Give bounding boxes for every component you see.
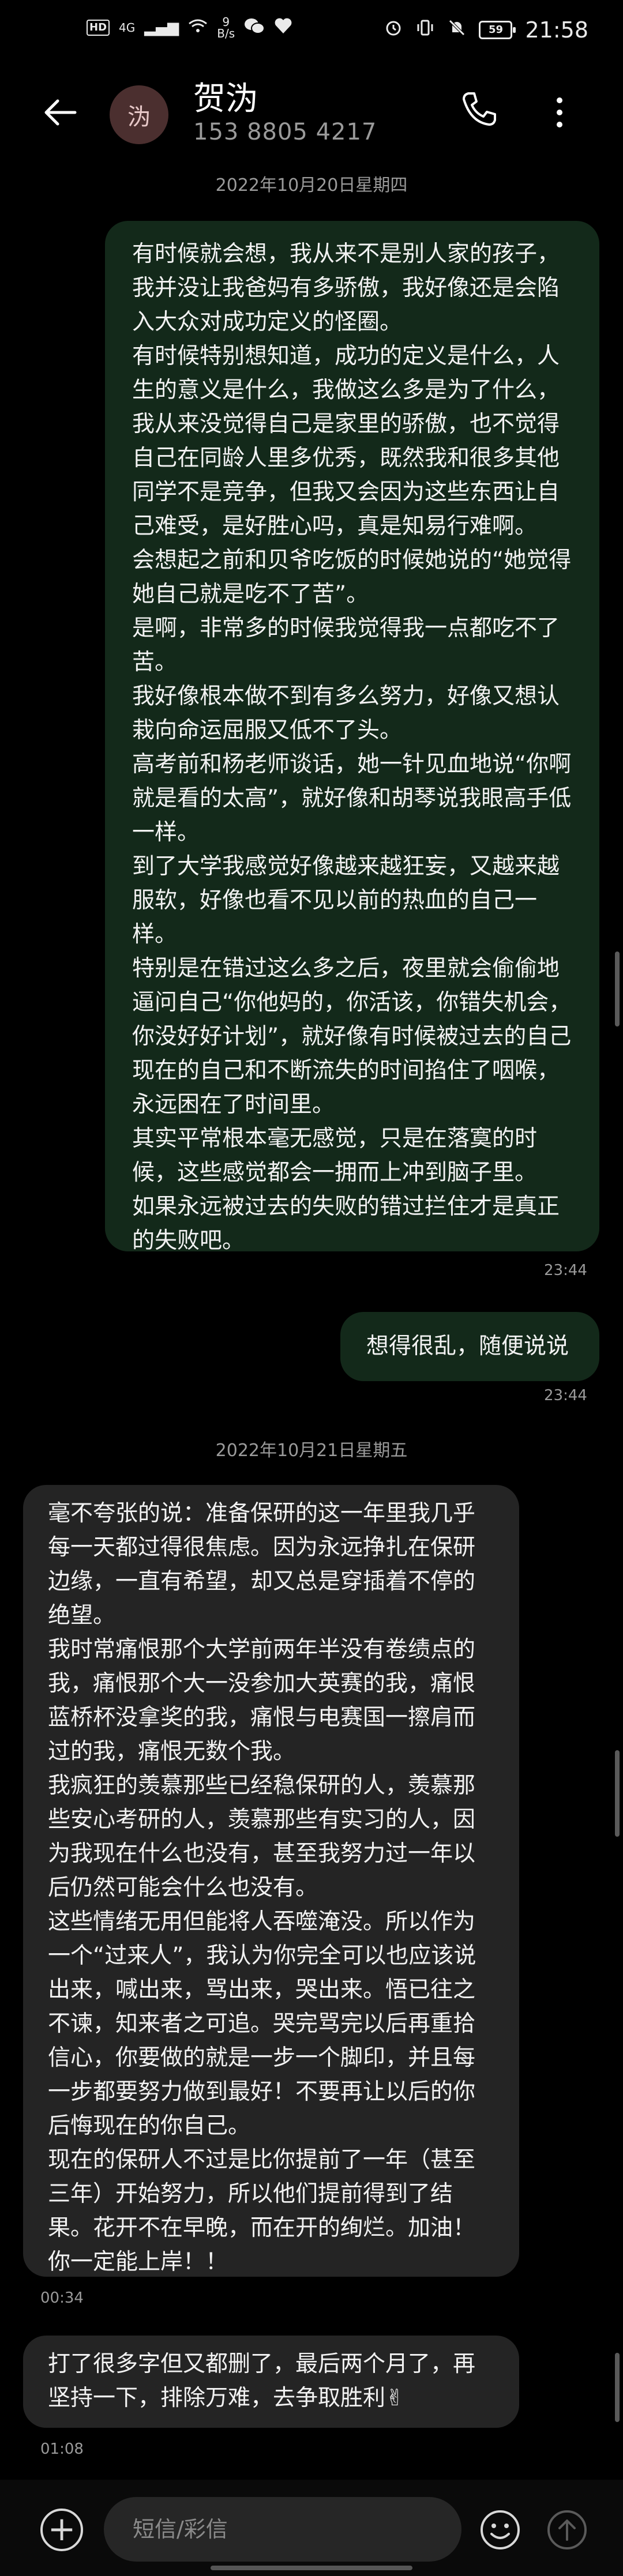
message-bubble-incoming[interactable]: 打了很多字但又都删了，最后两个月了，再坚持一下，排除万难，去争取胜利✌ xyxy=(23,2336,519,2428)
wechat-icon xyxy=(244,17,265,39)
signal-icon: ▂▄▆ xyxy=(144,19,179,36)
scrollbar-thumb[interactable] xyxy=(615,952,620,1026)
battery-icon: 59 xyxy=(479,21,516,39)
phone-icon xyxy=(463,92,496,126)
home-indicator[interactable] xyxy=(211,2566,412,2570)
plus-icon: + xyxy=(47,2509,76,2548)
date-separator: 2022年10月21日星期五 xyxy=(215,1441,408,1461)
status-right: 59 21:58 xyxy=(384,17,588,43)
message-bubble-outgoing[interactable]: 有时候就会想，我从来不是别人家的孩子，我并没让我爸妈有多骄傲，我好像还是会陷入大… xyxy=(105,221,599,1254)
message-time: 00:34 xyxy=(40,2289,84,2307)
call-button[interactable] xyxy=(456,87,502,133)
message-bubble-incoming[interactable]: 毫不夸张的说：准备保研的这一年里我几乎每一天都过得很焦虑。因为永远挣扎在保研边缘… xyxy=(23,1485,519,2277)
vibrate-icon xyxy=(415,18,435,42)
net-speed: 9 B/s xyxy=(217,16,235,39)
net-speed-unit: B/s xyxy=(217,27,235,40)
composer-bar: + xyxy=(0,2480,623,2576)
scrollbar-thumb[interactable] xyxy=(615,1750,620,1837)
mute-bell-icon xyxy=(448,18,466,42)
status-bar: HD 4G ▂▄▆ 9 B/s 59 21:58 xyxy=(0,0,623,69)
alarm-icon xyxy=(384,18,403,42)
message-time: 23:44 xyxy=(544,1387,587,1404)
back-button[interactable] xyxy=(40,92,81,133)
date-separator: 2022年10月20日星期四 xyxy=(215,175,408,195)
smiley-icon xyxy=(481,2510,520,2549)
scrollbar-thumb[interactable] xyxy=(615,2353,620,2422)
send-arrow-icon xyxy=(547,2510,587,2549)
status-time: 21:58 xyxy=(525,17,588,43)
message-time: 01:08 xyxy=(40,2440,84,2458)
network-type: 4G xyxy=(119,21,136,35)
back-arrow-icon xyxy=(44,99,77,126)
emoji-button[interactable] xyxy=(479,2509,521,2551)
more-vertical-icon xyxy=(557,97,562,127)
send-button[interactable] xyxy=(546,2509,588,2551)
message-bubble-outgoing[interactable]: 想得很乱，随便说说 xyxy=(340,1312,599,1381)
more-options-button[interactable] xyxy=(542,92,577,133)
status-left: HD 4G ▂▄▆ 9 B/s xyxy=(87,16,292,39)
contact-number: 153 8805 4217 xyxy=(193,119,377,145)
add-attachment-button[interactable]: + xyxy=(40,2509,83,2551)
app-notification-icon xyxy=(274,17,292,39)
contact-name[interactable]: 贺沩 xyxy=(193,73,258,119)
message-time: 23:44 xyxy=(544,1262,587,1279)
wifi-icon xyxy=(188,18,208,37)
conversation-header: 沩 贺沩 153 8805 4217 xyxy=(0,69,623,150)
message-input[interactable] xyxy=(104,2497,461,2562)
hd-badge: HD xyxy=(87,20,110,36)
avatar[interactable]: 沩 xyxy=(110,85,168,144)
